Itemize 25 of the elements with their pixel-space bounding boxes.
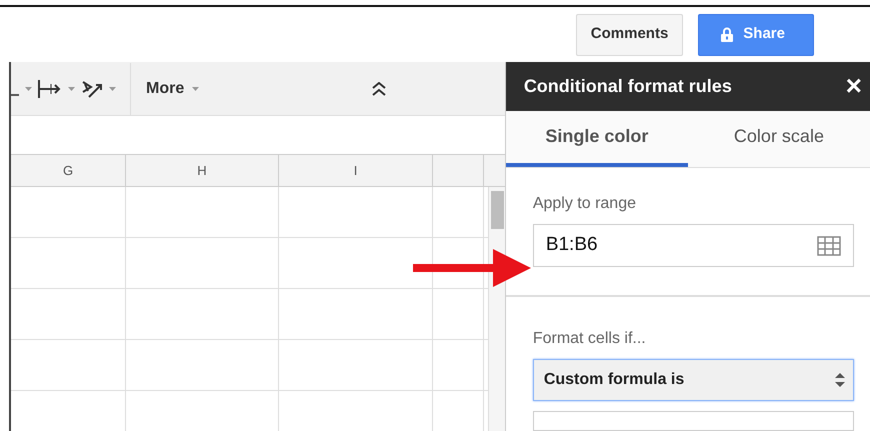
caret-icon[interactable]	[192, 86, 200, 90]
text-wrap-icon[interactable]	[38, 80, 62, 98]
condition-label: Format cells if...	[532, 329, 647, 349]
range-field[interactable]: B1:B6	[532, 224, 854, 267]
grid-icon[interactable]	[817, 236, 841, 256]
more-button[interactable]: More	[145, 76, 200, 102]
comments-button[interactable]: Comments	[576, 14, 684, 56]
lock-icon	[721, 27, 734, 42]
condition-dropdown[interactable]: Custom formula is	[532, 359, 854, 401]
close-button[interactable]: ×	[846, 72, 862, 100]
formula-field[interactable]	[532, 411, 854, 431]
range-label: Apply to range	[532, 194, 637, 214]
panel-title: Conditional format rules	[524, 74, 732, 98]
text-rotation-icon[interactable]	[81, 78, 103, 98]
column-header: I	[279, 155, 433, 186]
spinner-arrows-icon	[835, 372, 845, 388]
caret-icon[interactable]	[109, 86, 116, 90]
tab[interactable]: Color scale	[688, 110, 870, 167]
caret-icon[interactable]	[25, 86, 32, 90]
column-header: H	[126, 155, 279, 186]
scrollbar-thumb[interactable]	[490, 191, 504, 229]
column-header: G	[11, 155, 126, 186]
tab[interactable]: Single color	[506, 110, 688, 167]
caret-icon[interactable]	[68, 86, 75, 90]
collapse-icon[interactable]	[372, 82, 386, 96]
